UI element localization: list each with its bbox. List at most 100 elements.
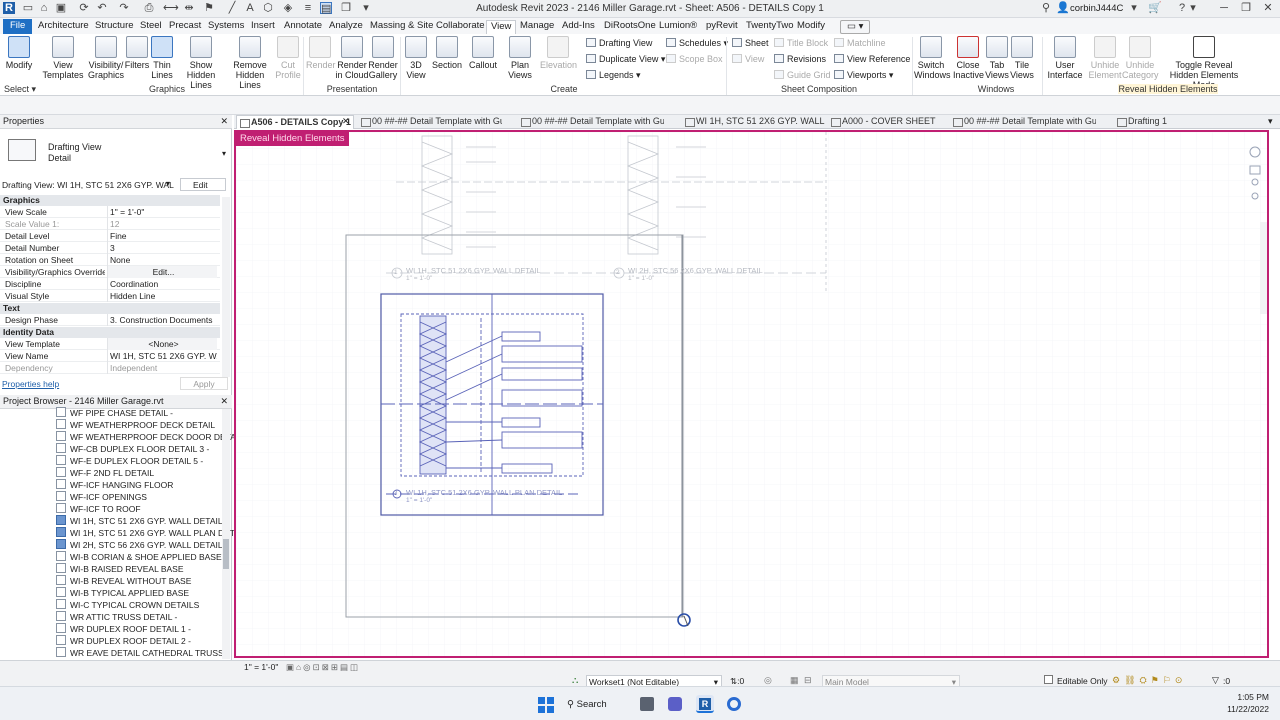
tab-twentytwo[interactable]: TwentyTwo [742, 20, 798, 34]
customize-qat-icon[interactable]: ▾ [360, 2, 372, 14]
tab-annotate[interactable]: Annotate [280, 20, 326, 34]
tab-analyze[interactable]: Analyze [325, 20, 367, 34]
search-help-icon[interactable]: ⚲ [1040, 2, 1052, 14]
instance-dropdown-icon[interactable]: ▾ [166, 179, 170, 188]
group-graphics[interactable]: Graphics [0, 195, 220, 206]
matchline-button[interactable]: Matchline [834, 38, 886, 48]
filter-icon[interactable]: ▽ [1212, 675, 1219, 686]
close-inactive-button[interactable]: Close Inactive [953, 36, 984, 80]
detail-title[interactable]: WI 1H, STC 51 2X6 GYP. WALL PLAN DETAIL [406, 488, 562, 497]
prop-detail-level[interactable]: Detail Level Fine [0, 230, 220, 242]
close-window-icon[interactable]: ✕ [1262, 2, 1274, 14]
prop-view-template[interactable]: View Template <None> [0, 338, 220, 350]
tab-steel[interactable]: Steel [136, 20, 166, 34]
browser-item[interactable]: WI-B CORIAN & SHOE APPLIED BASE [56, 551, 222, 563]
browser-item[interactable]: WF-ICF TO ROOF [56, 503, 141, 515]
prop-visual-style[interactable]: Visual Style Hidden Line [0, 290, 220, 302]
user-icon[interactable]: 👤 [1056, 2, 1070, 14]
tab-massing-site[interactable]: Massing & Site [366, 20, 437, 34]
unhide-category-button[interactable]: Unhide Category [1122, 36, 1159, 80]
browser-item[interactable]: WI 2H, STC 56 2X6 GYP. WALL DETAIL [56, 539, 223, 551]
prop-discipline[interactable]: Discipline Coordination [0, 278, 220, 290]
prop-detail-number[interactable]: Detail Number 3 [0, 242, 220, 254]
browser-item[interactable]: WI-B TYPICAL APPLIED BASE [56, 587, 189, 599]
prop-vg-overrides[interactable]: Visibility/Graphics Overrides Edit... [0, 266, 220, 278]
browser-item[interactable]: WF-F 2ND FL DETAIL [56, 467, 154, 479]
revit-logo-icon[interactable]: R [3, 2, 15, 14]
tabs-dropdown-icon[interactable]: ▾ [1268, 116, 1273, 127]
print-icon[interactable]: ⎙ [143, 2, 155, 14]
select-panel-label[interactable]: Select ▾ [4, 84, 36, 95]
properties-help-link[interactable]: Properties help [2, 379, 59, 389]
doc-tab[interactable]: 00 ##-## Detail Template with Gui... [518, 115, 664, 129]
clock-date[interactable]: 11/22/2022 [1205, 704, 1269, 714]
search-button[interactable]: ⚲ Search [567, 697, 625, 713]
3d-view-button[interactable]: 3D View [403, 36, 429, 80]
tab-structure[interactable]: Structure [91, 20, 138, 34]
ribbon-options-icon[interactable]: ▭ ▾ [840, 20, 871, 34]
switch-windows-icon[interactable]: ❐ [340, 2, 352, 14]
doc-tab-a506[interactable]: A506 - DETAILS Copy 1 [236, 115, 354, 129]
plan-views-button[interactable]: Plan Views [506, 36, 534, 80]
browser-item[interactable]: WF-CB DUPLEX FLOOR DETAIL 3 - [56, 443, 209, 455]
view-scale-control[interactable]: 1" = 1'-0" [244, 662, 278, 672]
tab-lumion[interactable]: Lumion® [655, 20, 701, 34]
sheet-button[interactable]: Sheet [732, 38, 769, 48]
user-interface-button[interactable]: User Interface [1045, 36, 1085, 80]
tab-manage[interactable]: Manage [516, 20, 558, 34]
redo-icon[interactable]: ↷ [118, 2, 130, 14]
drawing-canvas[interactable]: Reveal Hidden Elements WI 1H, STC 51 2X6… [234, 130, 1269, 658]
doc-tab[interactable]: 00 ##-## Detail Template with Gui... [358, 115, 502, 129]
browser-item[interactable]: WF-E DUPLEX FLOOR DETAIL 5 - [56, 455, 203, 467]
editable-only-checkbox[interactable] [1044, 675, 1053, 684]
teams-icon[interactable] [668, 697, 682, 711]
close-icon[interactable]: ✕ [220, 115, 228, 128]
browser-item[interactable]: WR DUPLEX ROOF DETAIL 2 - [56, 635, 191, 647]
minimize-icon[interactable]: ─ [1218, 2, 1230, 14]
close-hidden-icon[interactable]: ▤ [320, 2, 332, 15]
open-icon[interactable]: ▭ [22, 2, 34, 14]
tab-views-button[interactable]: Tab Views [985, 36, 1009, 80]
tab-add-ins[interactable]: Add-Ins [558, 20, 599, 34]
view-control-icons[interactable]: ▣⌂◎⊡⊠⊞▤◫ [286, 662, 360, 673]
modify-button[interactable]: Modify [4, 36, 34, 70]
tab-modify[interactable]: Modify [793, 20, 829, 34]
apply-button[interactable]: Apply [180, 377, 228, 390]
type-selector-dropdown-icon[interactable]: ▾ [222, 149, 226, 158]
thin-lines-icon[interactable]: ≡ [302, 2, 314, 14]
restore-icon[interactable]: ❐ [1240, 2, 1252, 14]
revisions-button[interactable]: Revisions [774, 54, 826, 64]
tab-pyrevit[interactable]: pyRevit [702, 20, 742, 34]
tab-insert[interactable]: Insert [247, 20, 279, 34]
tab-collaborate[interactable]: Collaborate [432, 20, 489, 34]
render-button[interactable]: Render [306, 36, 336, 70]
browser-scrollbar[interactable] [222, 409, 230, 659]
browser-item[interactable]: WI 1H, STC 51 2X6 GYP. WALL PLAN DETAI [56, 527, 242, 539]
viewports-button[interactable]: Viewports ▾ [834, 70, 893, 81]
scope-box-button[interactable]: Scope Box [666, 54, 723, 64]
prop-rotation[interactable]: Rotation on Sheet None [0, 254, 220, 266]
toggle-reveal-hidden-button[interactable]: Toggle Reveal Hidden Elements Mode [1162, 36, 1246, 90]
visibility-graphics-button[interactable]: Visibility/ Graphics [86, 36, 126, 80]
edit-type-button[interactable]: Edit Type [180, 178, 226, 203]
legends-button[interactable]: Legends ▾ [586, 70, 641, 81]
filters-button[interactable]: Filters [124, 36, 150, 70]
browser-item[interactable]: WI-B RAISED REVEAL BASE [56, 563, 184, 575]
close-tab-icon[interactable]: ✕ [342, 116, 350, 127]
schedules-button[interactable]: Schedules ▾ [666, 38, 728, 49]
tab-systems[interactable]: Systems [204, 20, 248, 34]
browser-item[interactable]: WR DUPLEX ROOF DETAIL 1 - [56, 623, 191, 635]
user-dropdown-icon[interactable]: ▾ [1128, 2, 1140, 14]
show-hidden-lines-button[interactable]: Show Hidden Lines [178, 36, 224, 90]
tab-view[interactable]: View [486, 20, 517, 34]
render-gallery-button[interactable]: Render Gallery [368, 36, 398, 80]
revit-taskbar-button[interactable]: R [696, 695, 714, 713]
task-view-icon[interactable] [640, 697, 654, 711]
switch-windows-button[interactable]: Switch Windows [914, 36, 951, 80]
tab-precast[interactable]: Precast [165, 20, 205, 34]
default-3d-icon[interactable]: ⬡ [262, 2, 274, 14]
section-icon[interactable]: ◈ [282, 2, 294, 14]
tag-icon[interactable]: ⚑ [203, 2, 215, 14]
prop-view-scale[interactable]: View Scale 1" = 1'-0" [0, 206, 220, 218]
open-folder-icon[interactable]: ⌂ [38, 2, 50, 14]
